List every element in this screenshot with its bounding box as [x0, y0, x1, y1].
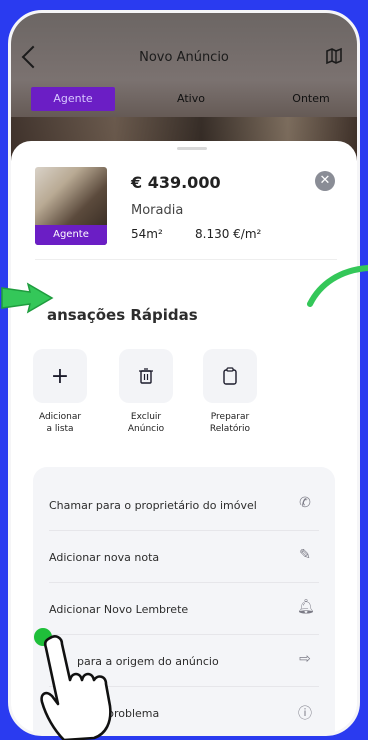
- quick-delete-listing[interactable]: Excluir Anúncio: [111, 349, 181, 435]
- top-navigation: Novo Anúncio: [11, 43, 357, 73]
- price-per-m2: 8.130 €/m²: [195, 227, 262, 241]
- sheet-handle[interactable]: [177, 147, 207, 150]
- trash-icon[interactable]: [119, 349, 173, 403]
- tab-ativo[interactable]: Ativo: [161, 87, 221, 111]
- action-add-reminder[interactable]: Adicionar Novo Lembrete 🔔︎: [49, 583, 319, 635]
- listing-area: 54m²: [131, 227, 163, 241]
- map-icon[interactable]: [325, 47, 343, 65]
- quick-label: Anúncio: [127, 424, 165, 434]
- action-call-owner[interactable]: Chamar para o proprietário do imóvel ✆: [49, 479, 319, 531]
- quick-label: Excluir: [130, 412, 162, 422]
- property-type: Moradia: [131, 203, 184, 218]
- quick-label: Adicionar: [38, 412, 82, 422]
- page-title: Novo Anúncio: [139, 50, 229, 65]
- tab-ontem[interactable]: Ontem: [281, 87, 341, 111]
- phone-screen: Novo Anúncio Agente Ativo Ontem Agente €…: [8, 10, 360, 736]
- agent-badge: Agente: [35, 225, 107, 245]
- quick-add-to-list[interactable]: + Adicionar a lista: [25, 349, 95, 435]
- edit-note-icon: ✎: [299, 547, 311, 563]
- listing-price: € 439.000: [131, 173, 221, 192]
- clipboard-icon[interactable]: [203, 349, 257, 403]
- bell-icon: 🔔︎: [297, 599, 315, 615]
- arrow-circle-right-icon: ⇨: [299, 651, 311, 667]
- hand-pointer-icon: [40, 635, 112, 740]
- quick-label: a lista: [46, 424, 74, 434]
- action-label: Adicionar nova nota: [49, 551, 160, 564]
- listing-card[interactable]: Agente € 439.000 Moradia 54m² 8.130 €/m²…: [35, 167, 337, 247]
- quick-actions-title: ansações Rápidas: [47, 306, 198, 324]
- divider: [35, 259, 337, 260]
- action-label: Chamar para o proprietário do imóvel: [49, 499, 257, 512]
- listing-thumbnail: Agente: [35, 167, 107, 245]
- action-label: Adicionar Novo Lembrete: [49, 603, 189, 616]
- plus-icon[interactable]: +: [33, 349, 87, 403]
- phone-outgoing-icon: ✆: [299, 495, 311, 511]
- tab-agente[interactable]: Agente: [31, 87, 115, 111]
- green-curve-icon: [307, 265, 368, 307]
- action-add-note[interactable]: Adicionar nova nota ✎: [49, 531, 319, 583]
- green-arrow-pointer-icon: [1, 282, 54, 314]
- quick-prepare-report[interactable]: Preparar Relatório: [195, 349, 265, 435]
- quick-label: Preparar: [210, 412, 250, 422]
- info-circle-icon: ⓘ: [298, 706, 312, 722]
- filter-tabs: Agente Ativo Ontem: [11, 87, 357, 113]
- quick-label: Relatório: [209, 424, 251, 434]
- close-icon[interactable]: ✕: [315, 171, 335, 191]
